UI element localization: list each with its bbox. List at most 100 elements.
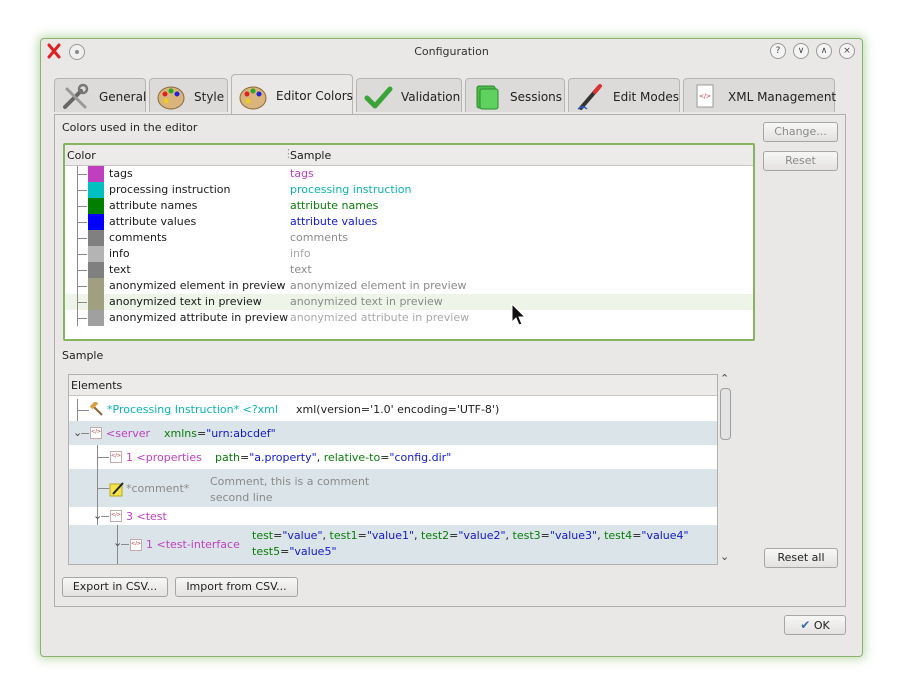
palette-icon xyxy=(157,86,185,110)
sample-tree-header: Elements xyxy=(69,375,717,396)
properties-tag: 1 <properties xyxy=(126,451,202,464)
attr-value: "value5" xyxy=(289,545,337,558)
comment-pencil-icon xyxy=(109,482,124,497)
ok-check-icon: ✔ xyxy=(800,618,811,632)
tab-sessions[interactable]: Sessions xyxy=(465,78,565,112)
color-list-header: Color ⋮ Sample ⋮ xyxy=(65,145,760,166)
color-row[interactable]: attribute names attribute names xyxy=(65,198,753,214)
color-row[interactable]: anonymized text in preview anonymized tex… xyxy=(65,294,753,310)
tree-row-test-interface[interactable]: ⌄ 1 <test-interface test="value", test1=… xyxy=(69,525,717,564)
color-swatch[interactable] xyxy=(88,198,104,214)
test-tag: 3 <test xyxy=(126,510,167,523)
test-interface-tag: 1 <test-interface xyxy=(146,538,240,551)
tree-row-server[interactable]: ⌄ <server xmlns="urn:abcdef" xyxy=(69,421,717,445)
tree-row-comment[interactable]: *comment* Comment, this is a comment sec… xyxy=(69,469,717,507)
sample-section-label: Sample xyxy=(62,349,104,362)
expand-chevron-icon[interactable]: ⌄ xyxy=(113,536,122,549)
tree-branch xyxy=(73,278,87,294)
color-swatch[interactable] xyxy=(88,166,104,182)
tab-editor-colors[interactable]: Editor Colors xyxy=(231,74,353,114)
color-swatch[interactable] xyxy=(88,230,104,246)
color-swatch[interactable] xyxy=(88,294,104,310)
color-swatch[interactable] xyxy=(88,278,104,294)
tree-row-properties[interactable]: 1 <properties path="a.property", relativ… xyxy=(69,445,717,469)
color-row[interactable]: tags tags xyxy=(65,166,753,182)
tab-edit-modes[interactable]: Edit Modes xyxy=(568,78,680,112)
tab-style[interactable]: Style xyxy=(149,78,228,112)
header-elements[interactable]: Elements xyxy=(71,379,122,392)
color-swatch[interactable] xyxy=(88,262,104,278)
xml-element-icon xyxy=(130,539,142,551)
scroll-down-icon[interactable]: ⌄ xyxy=(720,551,729,562)
comment-line-1: Comment, this is a comment xyxy=(210,475,370,488)
import-csv-button[interactable]: Import from CSV... xyxy=(175,577,298,597)
attr-value: "value" xyxy=(282,529,323,542)
color-row[interactable]: anonymized attribute in preview anonymize… xyxy=(65,310,753,326)
palette-icon xyxy=(239,86,267,110)
window-title: Configuration xyxy=(414,45,489,58)
separator: , xyxy=(316,451,324,464)
color-row[interactable]: comments comments xyxy=(65,230,753,246)
export-csv-button[interactable]: Export in CSV... xyxy=(62,577,168,597)
hammer-icon xyxy=(89,402,103,416)
attr-value: "a.property" xyxy=(249,451,317,464)
scroll-track[interactable] xyxy=(719,386,731,552)
color-sample: attribute names xyxy=(290,199,379,212)
color-swatch[interactable] xyxy=(88,246,104,262)
tree-branch xyxy=(73,166,87,182)
color-row[interactable]: processing instruction processing instruc… xyxy=(65,182,753,198)
tree-row-test[interactable]: ⌄ 3 <test xyxy=(69,507,717,525)
help-icon[interactable]: ? xyxy=(770,43,786,59)
color-name: anonymized element in preview xyxy=(109,279,286,292)
sample-vertical-scrollbar[interactable]: ⌃ ⌄ xyxy=(718,373,732,564)
tab-xml-management[interactable]: </> XML Management xyxy=(683,78,836,112)
color-sample: anonymized text in preview xyxy=(290,295,443,308)
header-sample[interactable]: Sample xyxy=(290,149,331,162)
reset-button[interactable]: Reset xyxy=(763,151,838,171)
attr-value: "config.dir" xyxy=(389,451,452,464)
tree-branch xyxy=(73,294,87,310)
attr-name: test xyxy=(252,529,274,542)
title-bar: Configuration ? ∨ ∧ × xyxy=(41,39,862,65)
color-name: attribute names xyxy=(109,199,198,212)
change-button[interactable]: Change... xyxy=(763,122,838,142)
color-list[interactable]: Color ⋮ Sample ⋮ tags tags processing inst… xyxy=(63,143,760,341)
maximize-icon[interactable]: ∧ xyxy=(816,43,832,59)
xml-element-icon xyxy=(110,451,122,463)
attr-value: "value1" xyxy=(366,529,415,542)
color-swatch[interactable] xyxy=(88,214,104,230)
attr-name: test3 xyxy=(512,529,541,542)
color-name: attribute values xyxy=(109,215,197,228)
color-swatch[interactable] xyxy=(88,182,104,198)
color-row[interactable]: text text xyxy=(65,262,753,278)
reset-all-button[interactable]: Reset all xyxy=(764,548,838,568)
server-tag: <server xyxy=(106,427,151,440)
color-swatch[interactable] xyxy=(88,310,104,326)
close-icon[interactable]: × xyxy=(839,43,855,59)
header-color[interactable]: Color xyxy=(67,149,96,162)
tree-branch xyxy=(73,198,87,214)
pi-label: *Processing Instruction* <?xml xyxy=(107,403,278,416)
color-sample: processing instruction xyxy=(290,183,412,196)
ok-label: OK xyxy=(813,619,830,632)
sample-tree[interactable]: Elements *Processing Instruction* <?xml … xyxy=(68,374,718,565)
tree-branch xyxy=(73,230,87,246)
color-name: anonymized attribute in preview xyxy=(109,311,289,324)
tree-row-processing-instruction[interactable]: *Processing Instruction* <?xml xml(versi… xyxy=(69,399,717,421)
color-sample: tags xyxy=(290,167,314,180)
sessions-icon xyxy=(476,85,499,110)
tree-branch xyxy=(73,246,87,262)
scroll-up-icon[interactable]: ⌃ xyxy=(720,373,729,384)
color-row[interactable]: info info xyxy=(65,246,753,262)
tab-general[interactable]: General xyxy=(54,78,146,112)
tab-validation[interactable]: Validation xyxy=(356,78,462,112)
minimize-icon[interactable]: ∨ xyxy=(793,43,809,59)
color-sample: anonymized attribute in preview xyxy=(290,311,470,324)
color-row[interactable]: anonymized element in preview anonymized … xyxy=(65,278,753,294)
color-row[interactable]: attribute values attribute values xyxy=(65,214,753,230)
tree-branch xyxy=(73,182,87,198)
scroll-thumb[interactable] xyxy=(720,388,731,440)
ok-button[interactable]: ✔ OK xyxy=(784,615,846,635)
comment-label: *comment* xyxy=(126,482,190,495)
color-sample: info xyxy=(290,247,311,260)
